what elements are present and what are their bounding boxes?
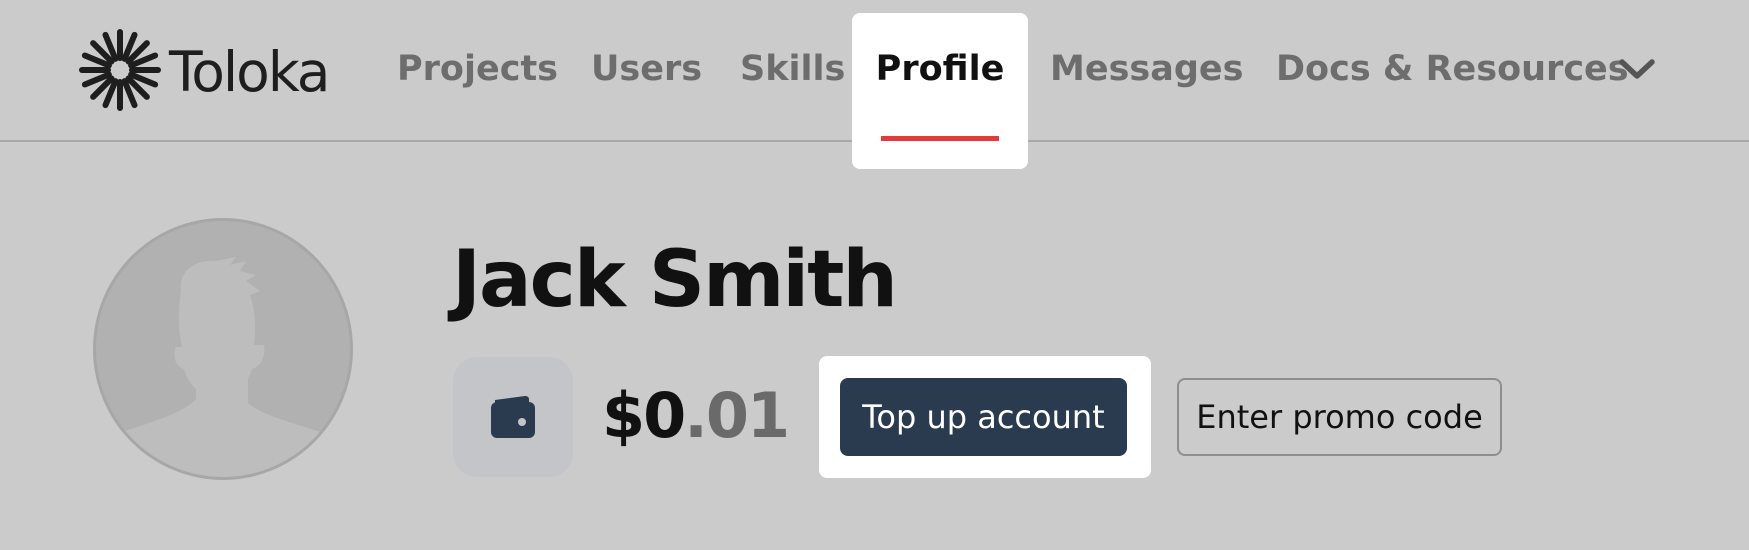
default-user-silhouette-icon: [96, 257, 350, 477]
toloka-logo[interactable]: Toloka: [78, 29, 330, 111]
enter-promo-code-button[interactable]: Enter promo code: [1177, 378, 1502, 456]
balance-whole: $0: [602, 379, 686, 452]
nav-docs-resources[interactable]: Docs & Resources: [1276, 46, 1629, 92]
avatar: [93, 218, 353, 480]
nav-projects[interactable]: Projects: [397, 46, 558, 92]
logo-wordmark: Toloka: [169, 39, 330, 104]
account-balance: $0.01: [602, 379, 790, 452]
balance-fraction: .01: [684, 379, 790, 452]
profile-name: Jack Smith: [452, 235, 898, 325]
wallet-tile: [453, 357, 573, 477]
nav-profile-label: Profile: [875, 49, 1005, 89]
nav-messages[interactable]: Messages: [1050, 46, 1243, 92]
nav-users[interactable]: Users: [591, 46, 702, 92]
nav-profile[interactable]: Profile: [852, 13, 1028, 169]
top-header: Toloka Projects Users Skills Profile Mes…: [0, 0, 1749, 169]
chevron-down-icon[interactable]: [1617, 54, 1657, 84]
toloka-sunburst-icon: [79, 29, 161, 111]
active-tab-indicator: [881, 136, 999, 141]
top-up-account-button[interactable]: Top up account: [840, 378, 1127, 456]
nav-skills[interactable]: Skills: [740, 46, 845, 92]
wallet-icon: [491, 396, 535, 438]
